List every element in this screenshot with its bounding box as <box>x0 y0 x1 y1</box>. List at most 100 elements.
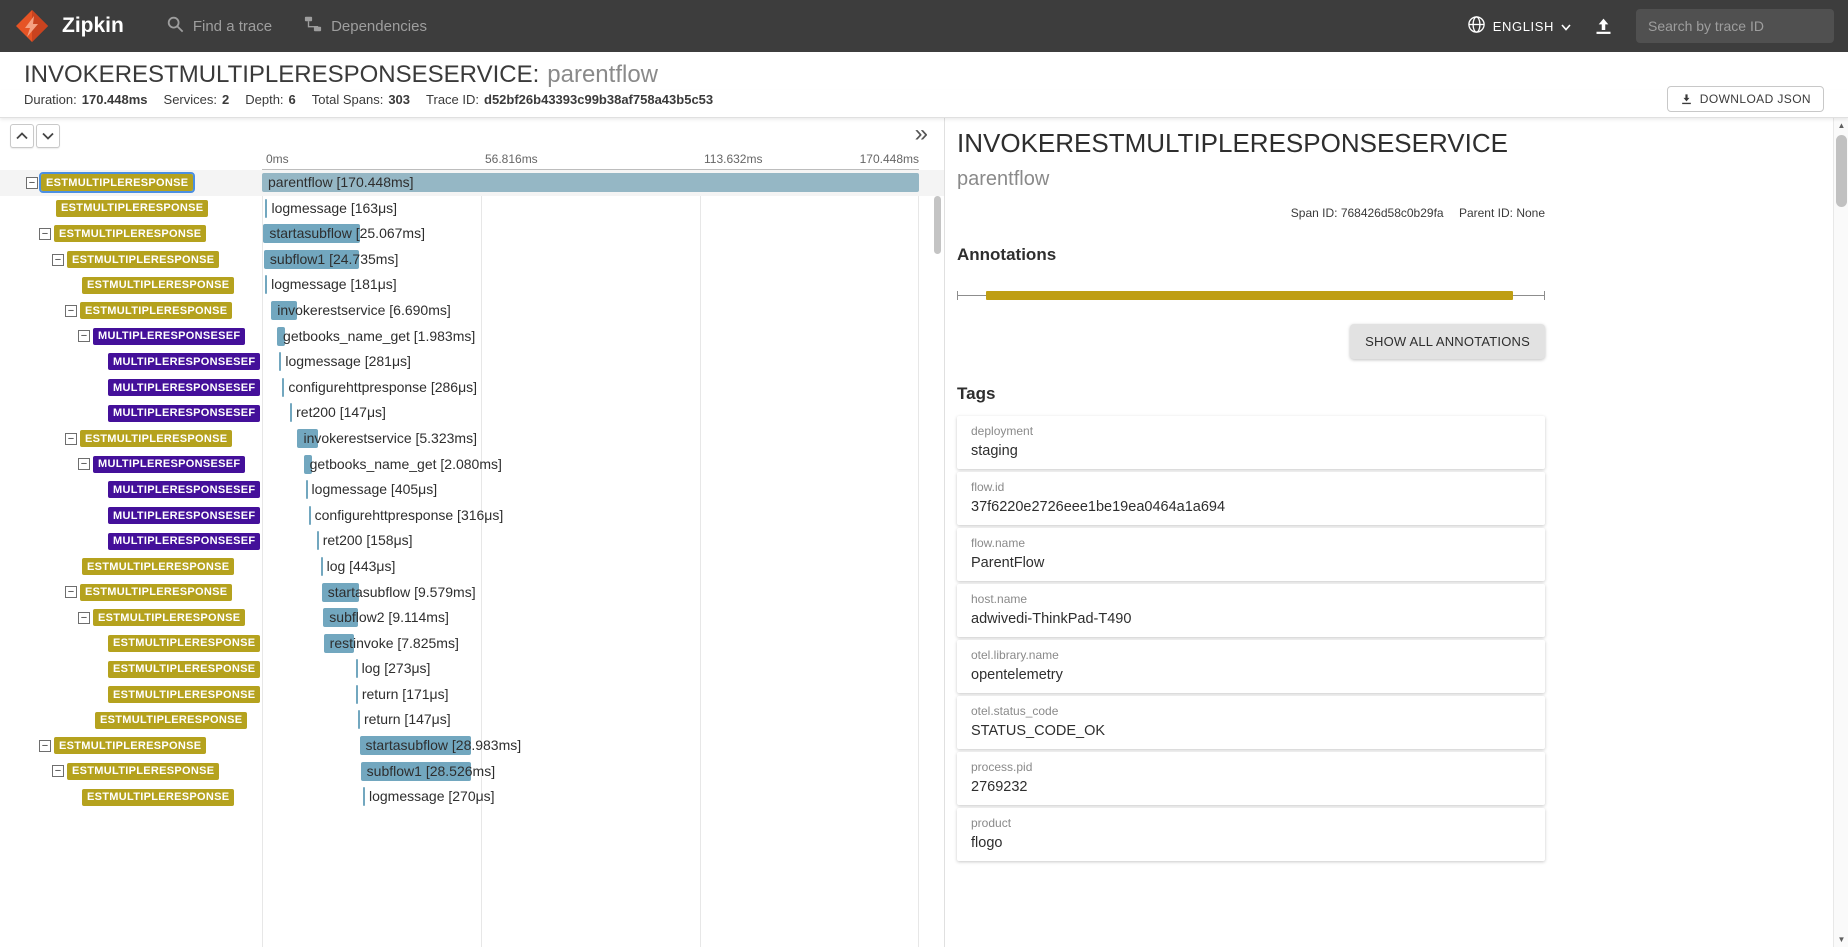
collapse-node-icon[interactable]: − <box>52 254 64 266</box>
tick-label: 0ms <box>266 152 289 166</box>
summary-item: Services:2 <box>164 92 230 107</box>
collapse-node-icon[interactable]: − <box>78 612 90 624</box>
tag-value: 37f6220e2726eee1be19ea0464a1a694 <box>971 499 1531 515</box>
collapse-panel-icon[interactable]: » <box>915 120 928 148</box>
span-row[interactable]: MULTIPLERESPONSESEFret200 [147μs] <box>0 400 944 426</box>
left-panel-scrollbar-thumb[interactable] <box>934 196 941 254</box>
span-row[interactable]: −ESTMULTIPLERESPONSEinvokerestservice [5… <box>0 426 944 452</box>
span-bar <box>265 275 267 294</box>
collapse-node-icon[interactable]: − <box>78 458 90 470</box>
service-badge: ESTMULTIPLERESPONSE <box>67 763 219 780</box>
nav-find-a-trace-label: Find a trace <box>193 18 272 35</box>
show-all-annotations-button[interactable]: SHOW ALL ANNOTATIONS <box>1350 324 1545 359</box>
service-badge: MULTIPLERESPONSESEF <box>93 328 245 345</box>
collapse-node-icon[interactable]: − <box>65 586 77 598</box>
span-row[interactable]: −ESTMULTIPLERESPONSE startasubflow [25.06… <box>0 221 944 247</box>
span-row[interactable]: ESTMULTIPLERESPONSElog [273μs] <box>0 656 944 682</box>
collapse-node-icon[interactable]: − <box>65 433 77 445</box>
service-badge: ESTMULTIPLERESPONSE <box>80 584 232 601</box>
tree-cell: MULTIPLERESPONSESEF <box>0 477 262 503</box>
timeline-cell: subflow1 [24.735ms] <box>262 247 919 273</box>
span-row[interactable]: −ESTMULTIPLERESPONSEstartasubflow [28.98… <box>0 733 944 759</box>
span-row[interactable]: −ESTMULTIPLERESPONSEstartasubflow [9.579… <box>0 580 944 606</box>
span-row[interactable]: MULTIPLERESPONSESEFlogmessage [405μs] <box>0 477 944 503</box>
service-badge: ESTMULTIPLERESPONSE <box>108 635 260 652</box>
span-row[interactable]: MULTIPLERESPONSESEFconfigurehttpresponse… <box>0 503 944 529</box>
language-selector[interactable]: ENGLISH <box>1467 15 1571 37</box>
span-label: ret200 [147μs] <box>296 404 386 420</box>
span-bar <box>356 659 358 678</box>
summary-items: Duration:170.448msServices:2Depth:6Total… <box>24 92 729 107</box>
span-row[interactable]: ESTMULTIPLERESPONSElogmessage [181μs] <box>0 272 944 298</box>
tree-cell: MULTIPLERESPONSESEF <box>0 349 262 375</box>
expand-all-button[interactable] <box>36 124 60 148</box>
scrollbar-up-arrow[interactable]: ▲ <box>1834 118 1848 133</box>
span-row[interactable]: ESTMULTIPLERESPONSE return [147μs] <box>0 707 944 733</box>
span-row[interactable]: −ESTMULTIPLERESPONSEinvokerestservice [6… <box>0 298 944 324</box>
timeline-cell: invokerestservice [6.690ms] <box>262 298 919 324</box>
search-icon <box>166 15 184 37</box>
tree-cell: −ESTMULTIPLERESPONSE <box>0 170 262 196</box>
collapse-all-button[interactable] <box>10 124 34 148</box>
timeline-cell: return [147μs] <box>262 707 919 733</box>
span-row[interactable]: −ESTMULTIPLERESPONSEsubflow1 [24.735ms] <box>0 247 944 273</box>
span-row[interactable]: −MULTIPLERESPONSESEFgetbooks_name_get [1… <box>0 324 944 350</box>
parent-id-value: None <box>1516 206 1545 220</box>
brand-title[interactable]: Zipkin <box>62 14 124 38</box>
window-scrollbar[interactable]: ▲ ▼ <box>1833 118 1848 947</box>
upload-icon[interactable] <box>1593 16 1614 37</box>
tag-key: otel.library.name <box>971 648 1531 662</box>
scrollbar-down-arrow[interactable]: ▼ <box>1834 932 1848 947</box>
service-badge: ESTMULTIPLERESPONSE <box>54 225 206 242</box>
summary-item: Trace ID:d52bf26b43393c99b38af758a43b5c5… <box>426 92 713 107</box>
span-row[interactable]: ESTMULTIPLERESPONSElogmessage [163μs] <box>0 196 944 222</box>
collapse-node-icon[interactable]: − <box>26 177 38 189</box>
span-row[interactable]: ESTMULTIPLERESPONSElogmessage [270μs] <box>0 784 944 810</box>
span-row[interactable]: −ESTMULTIPLERESPONSEparentflow [170.448m… <box>0 170 944 196</box>
annotation-bar[interactable] <box>986 291 1512 300</box>
trace-timeline-panel: » 0ms56.816ms113.632ms170.448ms −ESTMULT… <box>0 118 945 947</box>
span-row[interactable]: ESTMULTIPLERESPONSElog [443μs] <box>0 554 944 580</box>
span-row[interactable]: ESTMULTIPLERESPONSErestinvoke [7.825ms] <box>0 631 944 657</box>
span-label: startasubflow [25.067ms] <box>269 225 425 241</box>
search-trace-id-input[interactable] <box>1636 9 1834 43</box>
tag-value: flogo <box>971 835 1531 851</box>
tree-cell: ESTMULTIPLERESPONSE <box>0 272 262 298</box>
tree-cell: ESTMULTIPLERESPONSE <box>0 196 262 222</box>
collapse-node-icon[interactable]: − <box>52 765 64 777</box>
timeline-cell: log [273μs] <box>262 656 919 682</box>
span-row[interactable]: ESTMULTIPLERESPONSEreturn [171μs] <box>0 682 944 708</box>
timeline-cell: getbooks_name_get [2.080ms] <box>262 452 919 478</box>
tree-cell: −ESTMULTIPLERESPONSE <box>0 247 262 273</box>
timeline-cell: startasubflow [25.067ms] <box>262 221 919 247</box>
download-json-button[interactable]: DOWNLOAD JSON <box>1667 86 1824 112</box>
scrollbar-thumb[interactable] <box>1836 135 1847 207</box>
span-row[interactable]: MULTIPLERESPONSESEFconfigurehttpresponse… <box>0 375 944 401</box>
service-badge: ESTMULTIPLERESPONSE <box>95 712 247 729</box>
tree-cell: −ESTMULTIPLERESPONSE <box>0 298 262 324</box>
tag-value: adwivedi-ThinkPad-T490 <box>971 611 1531 627</box>
span-row[interactable]: −MULTIPLERESPONSESEFgetbooks_name_get [2… <box>0 452 944 478</box>
tree-cell: ESTMULTIPLERESPONSE <box>0 656 262 682</box>
span-row[interactable]: −ESTMULTIPLERESPONSEsubflow1 [28.526ms] <box>0 759 944 785</box>
span-row[interactable]: MULTIPLERESPONSESEFret200 [158μs] <box>0 528 944 554</box>
zipkin-logo-icon[interactable] <box>14 8 50 44</box>
collapse-node-icon[interactable]: − <box>65 305 77 317</box>
tag-value: opentelemetry <box>971 667 1531 683</box>
span-label: return [171μs] <box>362 686 449 702</box>
tag-key: product <box>971 816 1531 830</box>
span-row[interactable]: MULTIPLERESPONSESEFlogmessage [281μs] <box>0 349 944 375</box>
collapse-node-icon[interactable]: − <box>39 228 51 240</box>
collapse-node-icon[interactable]: − <box>78 330 90 342</box>
service-badge: ESTMULTIPLERESPONSE <box>41 174 193 191</box>
span-bar <box>358 710 360 729</box>
span-label: log [443μs] <box>327 558 396 574</box>
tag-card: deploymentstaging <box>957 416 1545 469</box>
trace-title: INVOKERESTMULTIPLERESPONSESERVICE:parent… <box>0 52 1848 90</box>
service-badge: MULTIPLERESPONSESEF <box>108 533 260 550</box>
collapse-node-icon[interactable]: − <box>39 740 51 752</box>
service-badge: ESTMULTIPLERESPONSE <box>82 277 234 294</box>
nav-dependencies[interactable]: Dependencies <box>304 15 427 37</box>
span-row[interactable]: −ESTMULTIPLERESPONSEsubflow2 [9.114ms] <box>0 605 944 631</box>
nav-find-a-trace[interactable]: Find a trace <box>166 15 272 37</box>
